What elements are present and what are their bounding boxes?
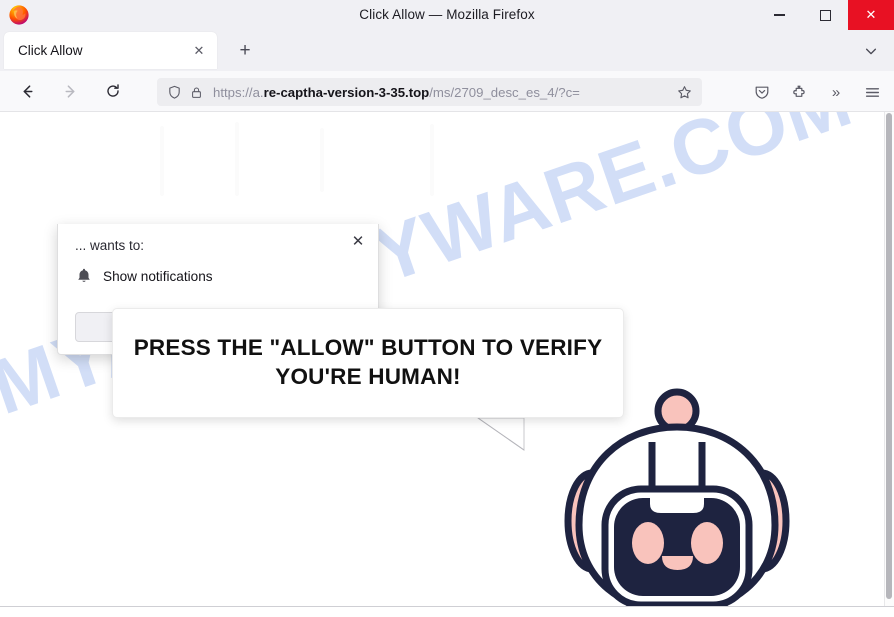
hamburger-menu-icon[interactable] <box>858 78 886 106</box>
background-texture <box>320 128 324 192</box>
close-icon[interactable]: ✕ <box>346 229 370 253</box>
pocket-icon[interactable] <box>748 78 776 106</box>
padlock-icon[interactable] <box>185 81 207 103</box>
firefox-logo-icon <box>9 5 29 25</box>
tracking-protection-shield-icon[interactable] <box>163 81 185 103</box>
star-icon[interactable] <box>672 80 696 104</box>
tab-close-icon[interactable]: ✕ <box>187 39 211 63</box>
chevron-down-icon[interactable] <box>860 40 882 62</box>
back-arrow-icon[interactable] <box>12 76 42 106</box>
minimize-button[interactable] <box>756 0 802 30</box>
bubble-text-line-1: PRESS THE "ALLOW" BUTTON TO VERIFY <box>133 335 603 361</box>
page-bottom-divider <box>0 606 894 607</box>
forward-arrow-icon <box>55 76 85 106</box>
instruction-speech-bubble: PRESS THE "ALLOW" BUTTON TO VERIFY YOU'R… <box>112 308 624 418</box>
scrollbar-thumb[interactable] <box>886 113 892 599</box>
bubble-text: PRESS THE "ALLOW" BUTTON TO VERIFY YOU'R… <box>118 334 619 392</box>
bubble-text-line-2: YOU'RE HUMAN! <box>275 364 461 389</box>
bell-icon <box>78 268 90 282</box>
new-tab-button[interactable]: + <box>232 39 258 63</box>
doorhanger-origin-label: ... wants to: <box>75 238 145 253</box>
tab-label: Click Allow <box>18 43 83 58</box>
window-titlebar: Click Allow — Mozilla Firefox ✕ <box>0 0 894 30</box>
vertical-scrollbar[interactable] <box>884 112 894 607</box>
reload-icon[interactable] <box>98 76 128 106</box>
puzzle-piece-icon[interactable] <box>786 78 814 106</box>
background-texture <box>235 122 239 196</box>
page-content-area: MYANTISPYWARE.COM ✕ ... wants to: Show n… <box>0 112 894 607</box>
doorhanger-permission-row: Show notifications <box>75 267 213 285</box>
background-texture <box>430 124 434 196</box>
background-texture <box>160 126 164 196</box>
tab-strip: Click Allow ✕ + <box>0 30 894 71</box>
close-window-button[interactable]: ✕ <box>848 0 894 30</box>
navigation-toolbar: https://a.re-captha-version-3-35.top/ms/… <box>0 71 894 112</box>
browser-tab-click-allow[interactable]: Click Allow ✕ <box>4 32 217 69</box>
maximize-button[interactable] <box>802 0 848 30</box>
url-text[interactable]: https://a.re-captha-version-3-35.top/ms/… <box>213 85 672 100</box>
permission-label: Show notifications <box>103 268 213 284</box>
url-address-bar[interactable]: https://a.re-captha-version-3-35.top/ms/… <box>157 78 702 106</box>
speech-bubble-tail <box>476 417 525 451</box>
overflow-menu-button[interactable]: » <box>822 78 850 106</box>
